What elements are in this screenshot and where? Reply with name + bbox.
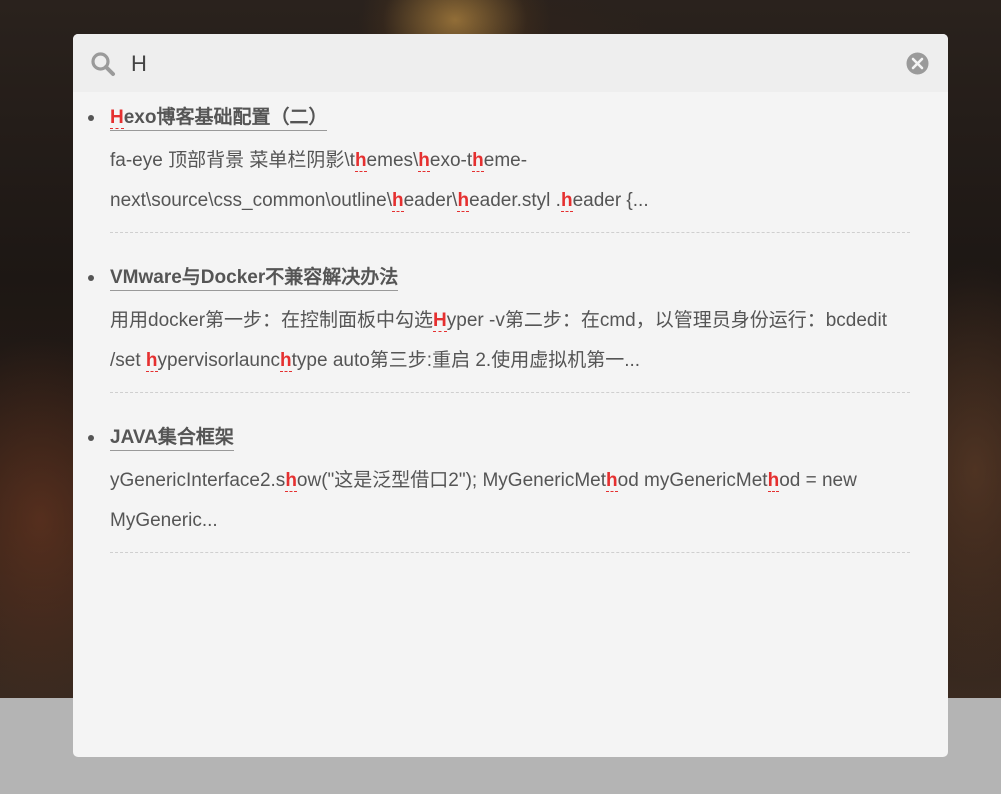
match-highlight: h bbox=[472, 150, 484, 172]
result-title-link[interactable]: VMware与Docker不兼容解决办法 bbox=[110, 266, 399, 291]
text-segment: eader {... bbox=[572, 190, 649, 211]
search-result-item: JAVA集合框架 yGenericInterface2.show("这是泛型借口… bbox=[88, 412, 910, 553]
text-segment: 用用docker第一步：在控制面板中勾选 bbox=[110, 310, 434, 331]
result-excerpt: yGenericInterface2.show("这是泛型借口2"); MyGe… bbox=[110, 461, 910, 552]
search-input[interactable] bbox=[131, 48, 891, 80]
match-highlight: h bbox=[145, 350, 158, 372]
text-segment: VMware与Docker不兼容解决办法 bbox=[110, 267, 399, 288]
result-title-link[interactable]: JAVA集合框架 bbox=[110, 426, 234, 451]
match-highlight: h bbox=[418, 150, 430, 172]
text-segment: yGenericInterface2.s bbox=[110, 470, 286, 491]
text-segment: od myGenericMet bbox=[617, 470, 768, 491]
search-result-item: Hexo博客基础配置（二） fa-eye 顶部背景 菜单栏阴影\themes\h… bbox=[88, 92, 910, 233]
text-segment: type auto第三步:重启 2.使用虚拟机第一... bbox=[291, 350, 641, 371]
text-segment: ypervisorlaunc bbox=[157, 350, 281, 371]
match-highlight: h bbox=[391, 190, 404, 212]
match-highlight: h bbox=[280, 350, 292, 372]
text-segment: emes\ bbox=[366, 150, 419, 171]
search-result-item: VMware与Docker不兼容解决办法 用用docker第一步：在控制面板中勾… bbox=[88, 252, 910, 393]
match-highlight: h bbox=[354, 150, 367, 172]
text-segment: exo博客基础配置（二） bbox=[123, 107, 328, 128]
close-icon[interactable] bbox=[906, 52, 929, 75]
bullet bbox=[88, 435, 94, 441]
result-excerpt: 用用docker第一步：在控制面板中勾选Hyper -v第二步：在cmd，以管理… bbox=[110, 301, 910, 392]
text-segment: eader.styl . bbox=[469, 190, 561, 211]
match-highlight: h bbox=[767, 470, 780, 492]
search-popup: Hexo博客基础配置（二） fa-eye 顶部背景 菜单栏阴影\themes\h… bbox=[73, 34, 948, 757]
match-highlight: h bbox=[285, 470, 297, 492]
text-segment: exo-t bbox=[429, 150, 473, 171]
match-highlight: H bbox=[433, 310, 447, 332]
text-segment: JAVA集合框架 bbox=[110, 427, 234, 448]
text-segment: fa-eye 顶部背景 菜单栏阴影\t bbox=[110, 150, 355, 171]
search-results-list: Hexo博客基础配置（二） fa-eye 顶部背景 菜单栏阴影\themes\h… bbox=[73, 92, 948, 553]
match-highlight: H bbox=[110, 107, 124, 129]
match-highlight: h bbox=[457, 190, 470, 212]
text-segment: ow("这是泛型借口2"); MyGenericMet bbox=[296, 470, 607, 491]
search-bar bbox=[73, 34, 948, 92]
bullet bbox=[88, 275, 94, 281]
match-highlight: h bbox=[560, 190, 573, 212]
result-title-link[interactable]: Hexo博客基础配置（二） bbox=[110, 106, 328, 131]
result-excerpt: fa-eye 顶部背景 菜单栏阴影\themes\hexo-theme-next… bbox=[110, 141, 910, 232]
match-highlight: h bbox=[606, 470, 618, 492]
bullet bbox=[88, 115, 94, 121]
text-segment: eader\ bbox=[403, 190, 458, 211]
search-icon bbox=[90, 51, 116, 77]
